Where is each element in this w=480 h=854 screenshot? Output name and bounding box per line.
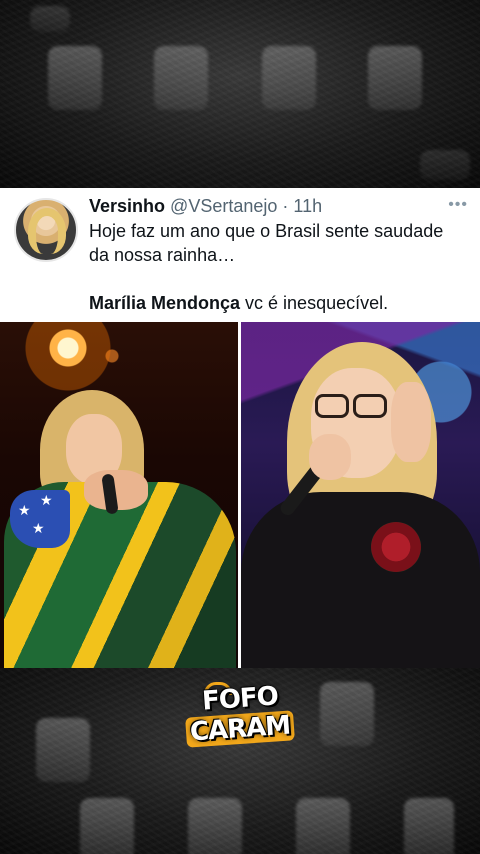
avatar[interactable]: [14, 198, 78, 262]
tweet-card[interactable]: Versinho @VSertanejo · 11h ••• Hoje faz …: [0, 188, 480, 322]
author-name[interactable]: Versinho: [89, 196, 165, 216]
star-icon: ★: [18, 502, 31, 518]
star-icon: ★: [32, 520, 45, 536]
photo-grid: ★ ★ ★: [0, 322, 480, 668]
highlight-name: Marília Mendonça: [89, 293, 241, 313]
photo-left-singer-with-flag[interactable]: ★ ★ ★: [0, 322, 238, 668]
photo-hand: [309, 434, 351, 480]
more-horizontal-icon[interactable]: •••: [448, 197, 468, 213]
star-icon: ★: [40, 492, 53, 508]
fofocaram-logo: FOFO CARAM: [180, 681, 300, 766]
avatar-hair: [28, 208, 66, 254]
film-grain-overlay: [0, 0, 480, 188]
tweet-line-3-rest: vc é inesquecível.: [240, 293, 389, 313]
photo-right-singer-with-glasses[interactable]: [241, 322, 480, 668]
photo-hand: [391, 382, 431, 462]
rose-icon: [371, 522, 421, 572]
tweet-time[interactable]: 11h: [293, 196, 322, 216]
tweet-header: Versinho @VSertanejo · 11h: [89, 195, 322, 217]
logo-line-2: CARAM: [185, 710, 295, 748]
tweet-line-1: Hoje faz um ano que o Brasil sente sauda…: [89, 221, 444, 241]
photo-black-dress: [241, 492, 480, 668]
header-separator: ·: [282, 196, 289, 216]
tweet-text: Hoje faz um ano que o Brasil sente sauda…: [89, 219, 469, 315]
author-handle[interactable]: @VSertanejo: [170, 196, 277, 216]
filmstrip-background-top: [0, 0, 480, 188]
glasses-icon: [315, 394, 349, 418]
glasses-icon: [353, 394, 387, 418]
tweet-line-3: Marília Mendonça vc é inesquecível.: [89, 291, 469, 315]
tweet-line-2: da nossa rainha…: [89, 245, 236, 265]
